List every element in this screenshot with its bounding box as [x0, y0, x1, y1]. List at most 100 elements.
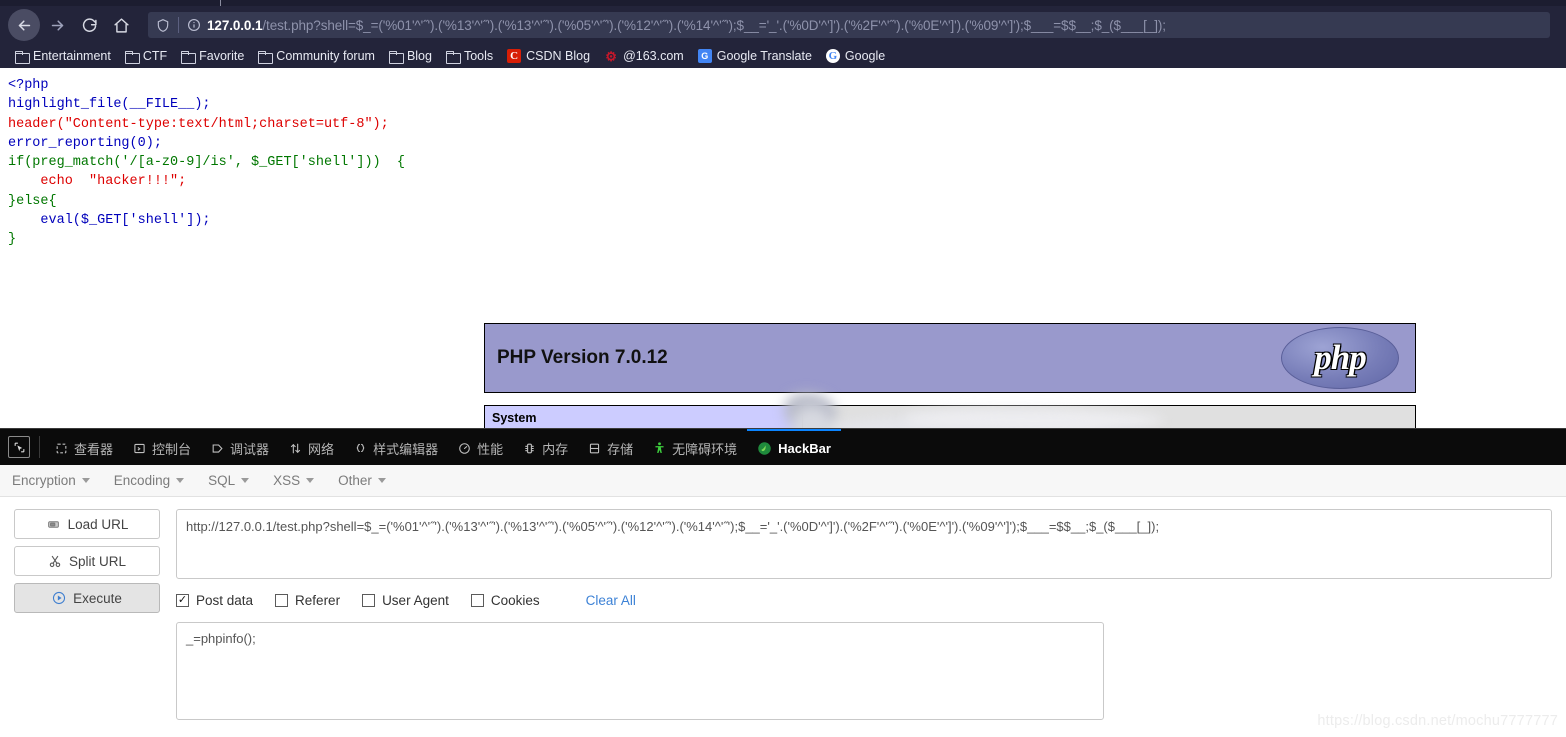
split-url-button[interactable]: Split URL	[14, 546, 160, 576]
checkbox-box	[362, 594, 376, 607]
menu-xss[interactable]: XSS	[273, 473, 326, 488]
reload-button[interactable]	[74, 10, 104, 40]
phpinfo-block: PHP Version 7.0.12 php System Build Date…	[484, 323, 1416, 428]
hackbar-body: Load URL Split URL Execute http://127.0.…	[0, 497, 1566, 720]
execute-button[interactable]: Execute	[14, 583, 160, 613]
php-logo-text: php	[1314, 338, 1366, 377]
netease-icon: ⚙	[605, 48, 617, 64]
bookmark-entertainment[interactable]: Entertainment	[8, 46, 118, 66]
menu-label: Other	[338, 473, 372, 488]
tab-hackbar[interactable]: HackBar	[747, 429, 841, 465]
bookmark-label: CSDN Blog	[526, 49, 591, 63]
checkbox-user-agent[interactable]: User Agent	[362, 593, 449, 608]
tab-debugger[interactable]: 调试器	[201, 429, 279, 465]
bookmark-google[interactable]: G Google	[819, 46, 892, 66]
checkbox-post-data[interactable]: ✓ Post data	[176, 593, 253, 608]
bookmark-label: Blog	[406, 49, 432, 63]
devtools-panel: 查看器 控制台 调试器 网络 样式编辑器 性能 内存 存储 无障碍环境 Hack…	[0, 428, 1566, 737]
folder-icon	[124, 50, 140, 64]
bookmark-label: @163.com	[623, 49, 684, 63]
tab-performance[interactable]: 性能	[448, 429, 513, 465]
bookmark-blog[interactable]: Blog	[382, 46, 439, 66]
tab-style-editor[interactable]: 样式编辑器	[344, 429, 448, 465]
clear-all-link[interactable]: Clear All	[586, 593, 636, 608]
tab-network[interactable]: 网络	[279, 429, 344, 465]
checkbox-referer[interactable]: Referer	[275, 593, 340, 608]
phpinfo-header: PHP Version 7.0.12 php	[484, 323, 1416, 393]
style-editor-icon	[354, 442, 367, 455]
url-bar[interactable]: 127.0.0.1/test.php?shell=$_=('%01'^'˝').…	[148, 12, 1550, 38]
navigation-bar: 127.0.0.1/test.php?shell=$_=('%01'^'˝').…	[0, 6, 1566, 44]
bookmark-163[interactable]: ⚙ @163.com	[597, 46, 691, 66]
home-button[interactable]	[106, 10, 136, 40]
chevron-down-icon	[377, 478, 386, 483]
toolbar-divider	[39, 436, 40, 458]
row-label: System	[484, 405, 803, 428]
shield-icon[interactable]	[154, 16, 172, 34]
menu-label: SQL	[208, 473, 236, 488]
element-picker-button[interactable]	[4, 429, 34, 465]
bookmark-favorite[interactable]: Favorite	[174, 46, 251, 66]
devtools-tab-bar: 查看器 控制台 调试器 网络 样式编辑器 性能 内存 存储 无障碍环境 Hack…	[0, 429, 1566, 465]
folder-icon	[181, 50, 197, 64]
csdn-icon: C	[507, 49, 522, 63]
menu-label: Encoding	[113, 473, 171, 488]
php-version-title: PHP Version 7.0.12	[497, 347, 668, 368]
inspector-icon	[55, 442, 68, 455]
back-button[interactable]	[8, 9, 40, 41]
element-picker-icon	[8, 436, 30, 458]
checkbox-box: ✓	[176, 594, 189, 607]
folder-icon	[388, 50, 404, 64]
code-line-8: }	[8, 232, 17, 248]
code-line-4: if(preg_match('/[a-z0-9]/is', $_GET['she…	[8, 155, 405, 171]
code-line-0: <?php	[8, 78, 49, 93]
bookmark-label: Favorite	[199, 49, 245, 63]
post-data-textarea[interactable]: _=phpinfo();	[176, 622, 1104, 720]
php-source-code: <?php highlight_file(__FILE__); header("…	[0, 68, 1566, 250]
folder-icon	[445, 50, 461, 64]
url-text[interactable]: 127.0.0.1/test.php?shell=$_=('%01'^'˝').…	[203, 18, 1166, 33]
network-icon	[289, 442, 302, 455]
bookmark-label: Entertainment	[33, 49, 111, 63]
checkbox-cookies[interactable]: Cookies	[470, 593, 540, 608]
menu-other[interactable]: Other	[338, 473, 398, 488]
chevron-down-icon	[241, 478, 250, 483]
code-line-7: eval($_GET['shell']);	[8, 213, 211, 229]
bookmark-google-translate[interactable]: G Google Translate	[691, 46, 819, 66]
tab-console[interactable]: 控制台	[123, 429, 201, 465]
tab-storage[interactable]: 存储	[578, 429, 643, 465]
chevron-down-icon	[306, 478, 315, 483]
code-line-1: highlight_file(__FILE__);	[8, 97, 211, 113]
bookmark-csdn-blog[interactable]: C CSDN Blog	[500, 46, 597, 66]
folder-icon	[15, 50, 30, 64]
checkbox-box	[470, 594, 484, 607]
menu-encoding[interactable]: Encoding	[114, 473, 196, 488]
tab-inspector[interactable]: 查看器	[45, 429, 123, 465]
info-circle-icon[interactable]	[185, 16, 203, 34]
tab-label: 控制台	[152, 441, 192, 457]
checkbox-box	[275, 594, 289, 607]
tab-label: 无障碍环境	[672, 441, 738, 457]
bookmark-label: Tools	[463, 49, 494, 63]
tab-accessibility[interactable]: 无障碍环境	[643, 429, 747, 465]
load-url-button[interactable]: Load URL	[14, 509, 160, 539]
bookmark-community-forum[interactable]: Community forum	[251, 46, 382, 66]
forward-button[interactable]	[42, 10, 72, 40]
tab-label: 性能	[477, 441, 504, 457]
tab-memory[interactable]: 内存	[513, 429, 578, 465]
debugger-icon	[211, 442, 224, 455]
hackbar-panel: Encryption Encoding SQL XSS Other Load U…	[0, 465, 1566, 737]
tab-label: 查看器	[74, 441, 114, 457]
button-label: Execute	[73, 590, 122, 606]
bookmark-tools[interactable]: Tools	[439, 46, 500, 66]
performance-icon	[458, 442, 471, 455]
bookmark-ctf[interactable]: CTF	[118, 46, 174, 66]
menu-encryption[interactable]: Encryption	[12, 473, 102, 488]
url-textarea[interactable]: http://127.0.0.1/test.php?shell=$_=('%01…	[176, 509, 1552, 579]
menu-label: XSS	[273, 473, 301, 488]
tab-label: 存储	[607, 441, 634, 457]
code-line-3: error_reporting(0);	[8, 135, 162, 151]
bookmark-label: Community forum	[276, 49, 375, 63]
phpinfo-table: System Build Date Oc Compiler M 5)	[484, 405, 1416, 428]
menu-sql[interactable]: SQL	[208, 473, 261, 488]
